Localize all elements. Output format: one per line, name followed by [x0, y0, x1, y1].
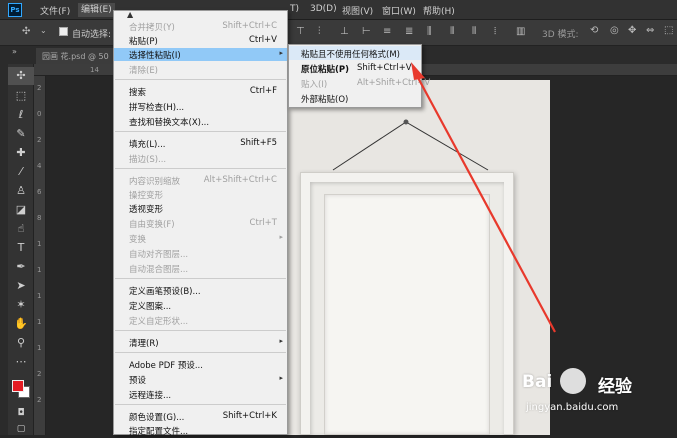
baidu-jingyan-watermark: Bai 经验 jingyan.baidu.com	[522, 364, 672, 430]
watermark-url: jingyan.baidu.com	[526, 402, 619, 413]
watermark-word: 经验	[598, 377, 632, 397]
watermark-logo: Bai	[522, 372, 553, 392]
baidu-paw-icon	[560, 368, 586, 394]
